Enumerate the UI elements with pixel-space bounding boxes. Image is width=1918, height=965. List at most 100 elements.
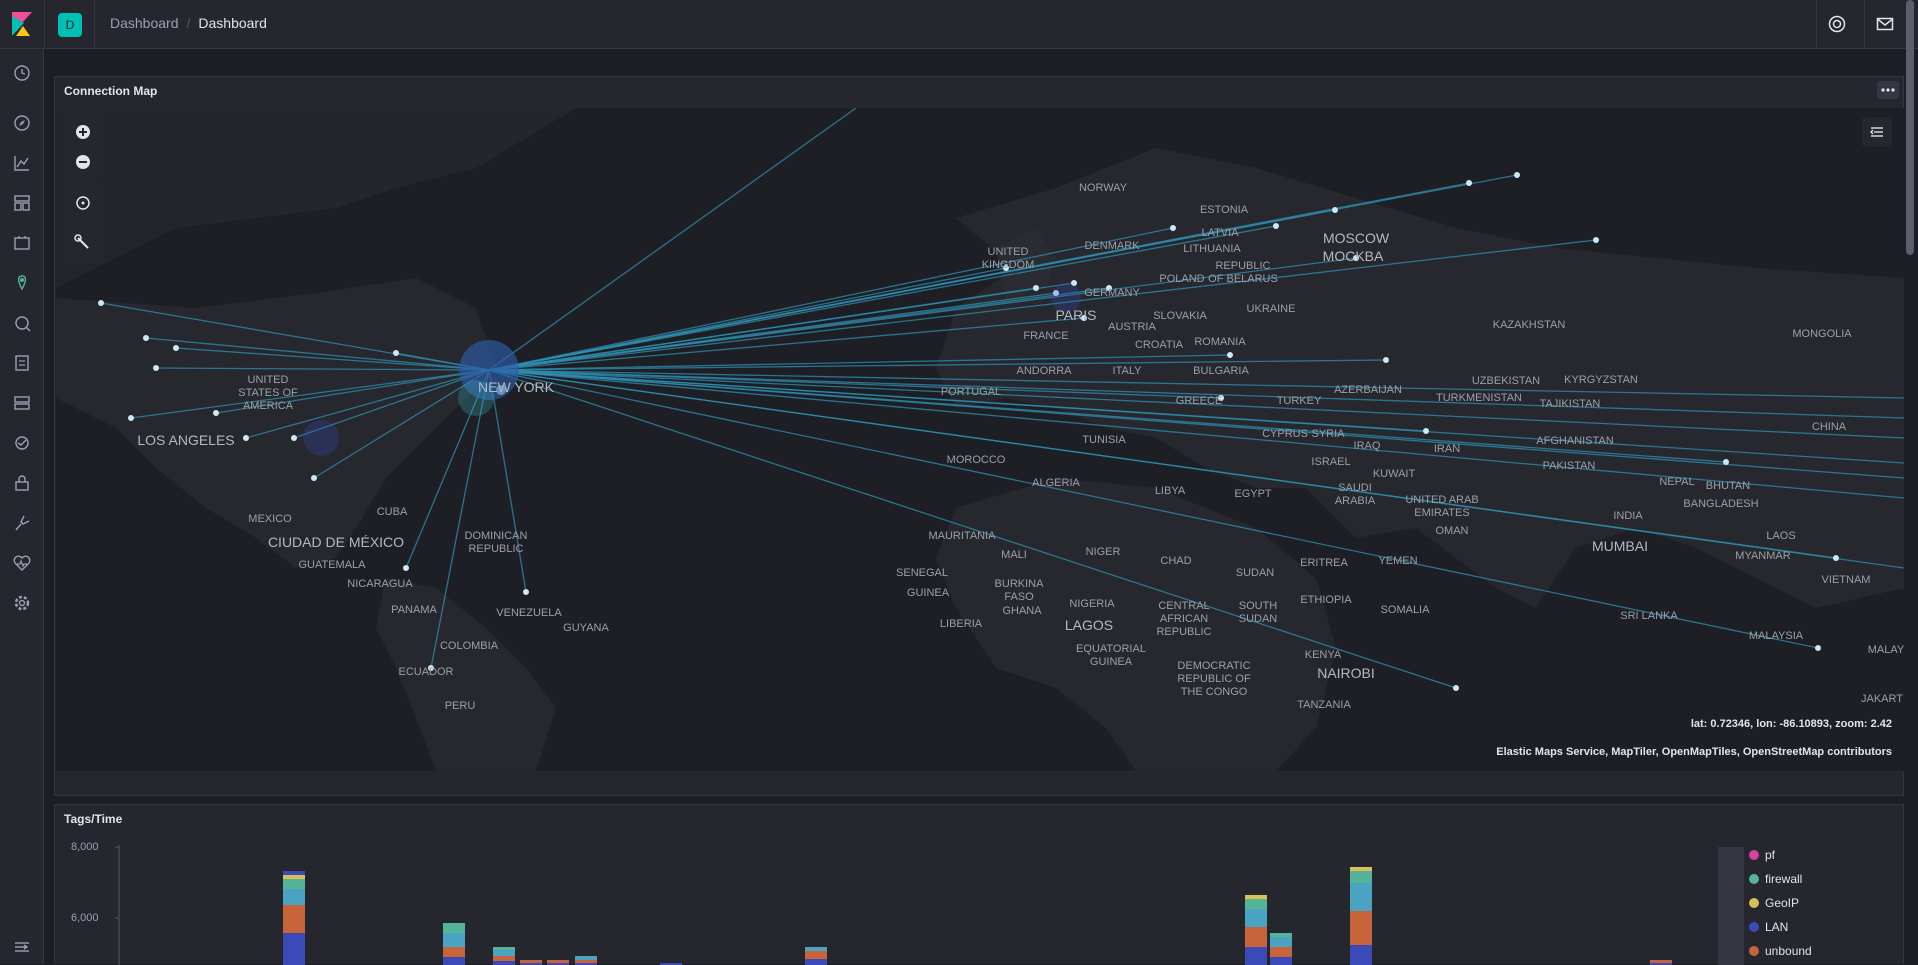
bar-segment[interactable] <box>520 960 542 963</box>
connection-point[interactable] <box>1227 352 1233 358</box>
siem-icon[interactable] <box>12 473 32 493</box>
legend-item[interactable]: GeoIP <box>1749 891 1812 915</box>
connection-point[interactable] <box>128 415 134 421</box>
page-scrollbar-thumb[interactable] <box>1906 0 1914 255</box>
recent-icon[interactable] <box>12 63 32 83</box>
help-icon[interactable] <box>1828 15 1846 33</box>
bar-segment[interactable] <box>1650 960 1672 963</box>
connection-point[interactable] <box>153 365 159 371</box>
ml-icon[interactable] <box>12 313 32 333</box>
bar-segment[interactable] <box>575 956 597 960</box>
dev-tools-icon[interactable] <box>12 513 32 533</box>
map-label: MALAY <box>1867 644 1904 656</box>
bar-segment[interactable] <box>493 956 515 961</box>
space-avatar[interactable]: D <box>58 13 82 37</box>
bar-segment[interactable] <box>1245 895 1267 899</box>
connection-point[interactable] <box>1423 428 1429 434</box>
legend-item[interactable]: LAN <box>1749 915 1812 939</box>
legend-item[interactable]: unbound <box>1749 939 1812 963</box>
visualize-icon[interactable] <box>12 153 32 173</box>
layer-control-button[interactable] <box>1862 117 1892 147</box>
bar-segment[interactable] <box>283 875 305 879</box>
monitoring-icon[interactable] <box>12 553 32 573</box>
dashboard-icon[interactable] <box>12 193 32 213</box>
draw-tools-button[interactable] <box>68 228 98 258</box>
connection-point[interactable] <box>523 589 529 595</box>
connection-point[interactable] <box>1332 207 1338 213</box>
bar-segment[interactable] <box>1350 911 1372 945</box>
bar-segment[interactable] <box>1270 933 1292 937</box>
zoom-out-button[interactable] <box>68 147 98 177</box>
infrastructure-icon[interactable] <box>12 393 32 413</box>
connection-point[interactable] <box>1593 237 1599 243</box>
connection-point[interactable] <box>1170 225 1176 231</box>
connection-point[interactable] <box>311 475 317 481</box>
bar-segment[interactable] <box>1245 927 1267 947</box>
dock-icon[interactable] <box>12 937 32 957</box>
bar-segment[interactable] <box>1245 947 1267 965</box>
apm-icon[interactable] <box>12 433 32 453</box>
fit-to-data-button[interactable] <box>68 188 98 218</box>
map-label: NAIROBI <box>1317 665 1375 681</box>
bar-segment[interactable] <box>493 950 515 956</box>
connection-point[interactable] <box>1273 223 1279 229</box>
bar-segment[interactable] <box>805 947 827 951</box>
legend-toggle[interactable] <box>1718 847 1744 965</box>
connection-point[interactable] <box>1815 645 1821 651</box>
zoom-in-button[interactable] <box>68 117 98 147</box>
bar-segment[interactable] <box>443 947 465 957</box>
bar-segment[interactable] <box>1245 899 1267 909</box>
bar-segment[interactable] <box>1350 867 1372 871</box>
page-scrollbar-track[interactable] <box>1906 0 1916 964</box>
bar-segment[interactable] <box>1350 883 1372 911</box>
connection-point[interactable] <box>291 435 297 441</box>
discover-icon[interactable] <box>12 113 32 133</box>
bar-segment[interactable] <box>805 959 827 965</box>
connection-point[interactable] <box>393 350 399 356</box>
canvas-icon[interactable] <box>12 233 32 253</box>
bar-segment[interactable] <box>283 933 305 965</box>
bar-segment[interactable] <box>283 879 305 889</box>
map-canvas[interactable]: NORWAY ESTONIA LATVIA LITHUANIA MOSCOW M… <box>56 108 1904 771</box>
connection-point[interactable] <box>98 300 104 306</box>
kibana-logo[interactable] <box>10 12 34 36</box>
map-label: SOUTH SUDAN <box>1238 600 1278 625</box>
bar-segment[interactable] <box>1350 945 1372 965</box>
connection-point[interactable] <box>173 345 179 351</box>
panel-options-button[interactable] <box>1877 81 1899 99</box>
connection-point[interactable] <box>1723 459 1729 465</box>
bar-segment[interactable] <box>805 951 827 959</box>
connection-point[interactable] <box>143 335 149 341</box>
connection-point[interactable] <box>1453 685 1459 691</box>
connection-point[interactable] <box>1514 172 1520 178</box>
bar-segment[interactable] <box>283 871 305 875</box>
bar-segment[interactable] <box>547 960 569 963</box>
newsfeed-icon[interactable] <box>1876 15 1894 33</box>
legend-item[interactable]: pf <box>1749 843 1812 867</box>
bar-segment[interactable] <box>1270 947 1292 957</box>
connection-point[interactable] <box>1466 180 1472 186</box>
bar-segment[interactable] <box>575 960 597 963</box>
breadcrumb-dashboard-link[interactable]: Dashboard <box>110 15 179 31</box>
map-attribution[interactable]: Elastic Maps Service, MapTiler, OpenMapT… <box>1496 746 1892 758</box>
logs-icon[interactable] <box>12 353 32 373</box>
bar-segment[interactable] <box>493 961 515 965</box>
legend-item[interactable]: firewall <box>1749 867 1812 891</box>
bar-segment[interactable] <box>1350 871 1372 883</box>
connection-point[interactable] <box>403 565 409 571</box>
bar-segment[interactable] <box>283 889 305 905</box>
connection-point[interactable] <box>213 410 219 416</box>
connection-point[interactable] <box>1383 357 1389 363</box>
bar-segment[interactable] <box>493 947 515 950</box>
bar-segment[interactable] <box>443 923 465 933</box>
map-label: DEMOCRATIC REPUBLIC OF THE CONGO <box>1177 660 1251 698</box>
bar-segment[interactable] <box>443 933 465 947</box>
bar-segment[interactable] <box>1270 937 1292 947</box>
bar-segment[interactable] <box>283 905 305 933</box>
connection-point[interactable] <box>243 435 249 441</box>
management-icon[interactable] <box>12 593 32 613</box>
connection-point[interactable] <box>1033 285 1039 291</box>
maps-icon[interactable] <box>12 273 32 293</box>
connection-point[interactable] <box>1833 555 1839 561</box>
bar-segment[interactable] <box>1245 909 1267 927</box>
